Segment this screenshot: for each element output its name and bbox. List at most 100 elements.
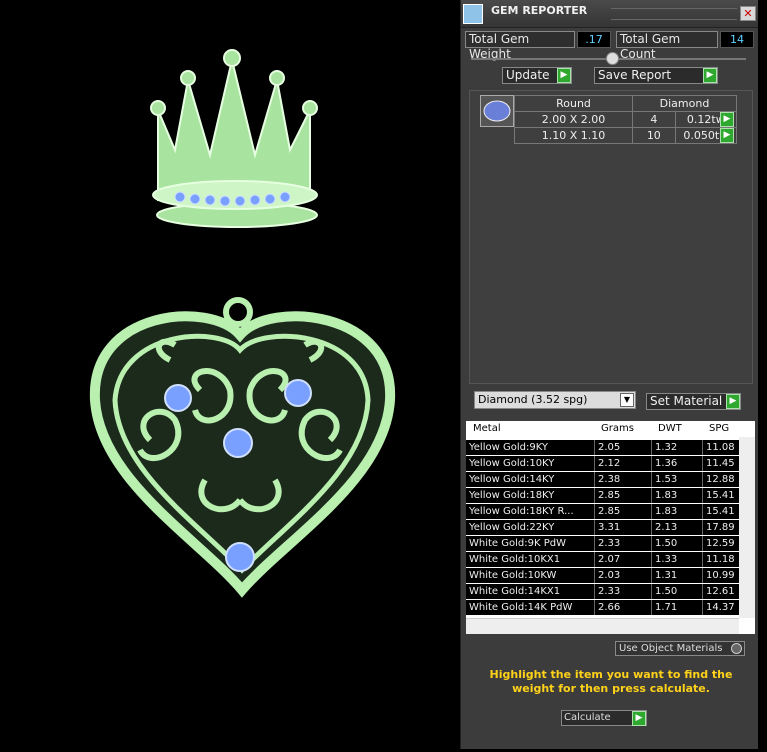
table-cell: 1.36 [652, 456, 703, 471]
gem-row-go-button[interactable]: ▶ [720, 128, 734, 143]
table-cell: 14.37 [703, 600, 743, 615]
table-row[interactable]: White Gold:10KX1 2.07 1.33 11.18 [466, 552, 755, 567]
table-cell: 10.99 [703, 568, 743, 583]
table-cell: 1.33 [652, 552, 703, 567]
vertical-scrollbar[interactable] [739, 437, 755, 618]
close-button[interactable]: ✕ [740, 6, 756, 21]
gem-row[interactable]: 1.10 X 1.10 10 0.050tw [514, 127, 738, 144]
gem-count: 4 [632, 111, 676, 128]
right-edge [758, 0, 767, 749]
crown-model [150, 49, 318, 228]
table-cell: 12.88 [703, 472, 743, 487]
table-cell: White Gold:14KX1 [466, 584, 595, 599]
total-gem-count-value: 14 [720, 31, 754, 48]
table-cell: 1.50 [652, 536, 703, 551]
table-cell: 2.33 [595, 536, 652, 551]
save-report-label: Save Report [598, 68, 672, 82]
table-cell: 12.59 [703, 536, 743, 551]
gem-count: 10 [632, 127, 676, 144]
table-cell: 2.66 [595, 600, 652, 615]
drag-grip[interactable] [611, 8, 737, 20]
title-bar[interactable]: GEM REPORTER ✕ [461, 0, 759, 28]
table-row[interactable]: Yellow Gold:18KY R... 2.85 1.83 15.41 [466, 504, 755, 519]
metal-column-header[interactable]: Metal [470, 421, 501, 436]
gem-table: Round Diamond 2.00 X 2.00 4 0.12tw 1.10 … [514, 95, 738, 144]
table-cell: 1.83 [652, 488, 703, 503]
table-cell: 1.50 [652, 584, 703, 599]
diamond-icon [480, 95, 514, 127]
table-cell: Yellow Gold:10KY [466, 456, 595, 471]
table-cell: Yellow Gold:22KY [466, 520, 595, 535]
table-cell: 15.41 [703, 504, 743, 519]
table-row[interactable]: Yellow Gold:18KY 2.85 1.83 15.41 [466, 488, 755, 503]
table-cell: White Gold:10KW [466, 568, 595, 583]
play-arrow-icon: ▶ [557, 68, 571, 83]
gem-shape-header: Round [514, 95, 633, 112]
table-row[interactable]: Yellow Gold:10KY 2.12 1.36 11.45 [466, 456, 755, 471]
update-button[interactable]: Update ▶ [502, 67, 572, 84]
table-cell: 1.53 [652, 472, 703, 487]
table-cell: 11.08 [703, 440, 743, 455]
table-cell: White Gold:14K PdW [466, 600, 595, 615]
play-arrow-icon: ▶ [726, 394, 740, 409]
table-row[interactable]: White Gold:14KX1 2.33 1.50 12.61 [466, 584, 755, 599]
calculate-label: Calculate [564, 712, 611, 723]
spg-column-header[interactable]: SPG [706, 421, 729, 436]
table-cell: 2.03 [595, 568, 652, 583]
table-cell: 2.07 [595, 552, 652, 567]
3d-viewport[interactable] [0, 0, 458, 749]
dwt-column-header[interactable]: DWT [655, 421, 682, 436]
table-cell: 2.85 [595, 488, 652, 503]
table-row[interactable]: White Gold:9K PdW 2.33 1.50 12.59 [466, 536, 755, 551]
use-object-materials-label: Use Object Materials [619, 643, 723, 654]
gem-reporter-panel: GEM REPORTER ✕ Total Gem Weight .17 Tota… [460, 0, 759, 749]
table-cell: 2.38 [595, 472, 652, 487]
table-cell: 1.83 [652, 504, 703, 519]
metal-list-header: Metal Grams DWT SPG [466, 421, 755, 437]
table-row[interactable]: Yellow Gold:22KY 3.31 2.13 17.89 [466, 520, 755, 535]
jewelry-model [89, 49, 396, 598]
set-material-label: Set Material [650, 394, 723, 408]
table-row[interactable]: Yellow Gold:14KY 2.38 1.53 12.88 [466, 472, 755, 487]
table-cell: 15.41 [703, 488, 743, 503]
gem-size: 1.10 X 1.10 [514, 127, 633, 144]
calculate-button[interactable]: Calculate ▶ [561, 710, 647, 726]
table-row[interactable]: White Gold:14K PdW 2.66 1.71 14.37 [466, 600, 755, 615]
total-gem-count-label: Total Gem Count [616, 31, 718, 61]
table-cell: White Gold:9K PdW [466, 536, 595, 551]
table-cell: 2.13 [652, 520, 703, 535]
table-cell: Yellow Gold:18KY R... [466, 504, 595, 519]
gem-row-go-button[interactable]: ▶ [720, 112, 734, 127]
set-material-button[interactable]: Set Material ▶ [646, 393, 741, 410]
gem-summary-area: Round Diamond 2.00 X 2.00 4 0.12tw 1.10 … [469, 90, 753, 384]
table-cell: 2.85 [595, 504, 652, 519]
gem-reporter-icon [463, 4, 483, 24]
total-gem-weight-value: .17 [577, 31, 611, 48]
radio-icon [731, 643, 742, 654]
table-cell: White Gold:10KX1 [466, 552, 595, 567]
gem-type-header: Diamond [632, 95, 737, 112]
material-dropdown[interactable]: Diamond (3.52 spg) ▼ [474, 391, 636, 409]
play-arrow-icon: ▶ [703, 68, 717, 83]
table-row[interactable]: Yellow Gold:9KY 2.05 1.32 11.08 [466, 440, 755, 455]
table-row[interactable]: White Gold:10KW 2.03 1.31 10.99 [466, 568, 755, 583]
table-cell: 12.61 [703, 584, 743, 599]
table-cell: 1.31 [652, 568, 703, 583]
panel-slider-knob[interactable] [606, 52, 619, 65]
table-cell: 2.33 [595, 584, 652, 599]
table-cell: 2.12 [595, 456, 652, 471]
instruction-text: Highlight the item you want to find the … [489, 668, 733, 695]
play-arrow-icon: ▶ [632, 711, 646, 726]
gem-row[interactable]: 2.00 X 2.00 4 0.12tw [514, 111, 738, 128]
table-cell: Yellow Gold:18KY [466, 488, 595, 503]
chevron-down-icon: ▼ [620, 393, 634, 407]
metal-weight-list[interactable]: Metal Grams DWT SPG Yellow Gold:9KY 2.05 1… [466, 421, 755, 634]
horizontal-scrollbar[interactable] [466, 618, 739, 634]
gem-size: 2.00 X 2.00 [514, 111, 633, 128]
total-gem-weight-label: Total Gem Weight [465, 31, 575, 61]
table-cell: 1.32 [652, 440, 703, 455]
save-report-button[interactable]: Save Report ▶ [594, 67, 718, 84]
window-title: GEM REPORTER [491, 4, 588, 17]
grams-column-header[interactable]: Grams [598, 421, 634, 436]
use-object-materials-toggle[interactable]: Use Object Materials [615, 641, 745, 656]
